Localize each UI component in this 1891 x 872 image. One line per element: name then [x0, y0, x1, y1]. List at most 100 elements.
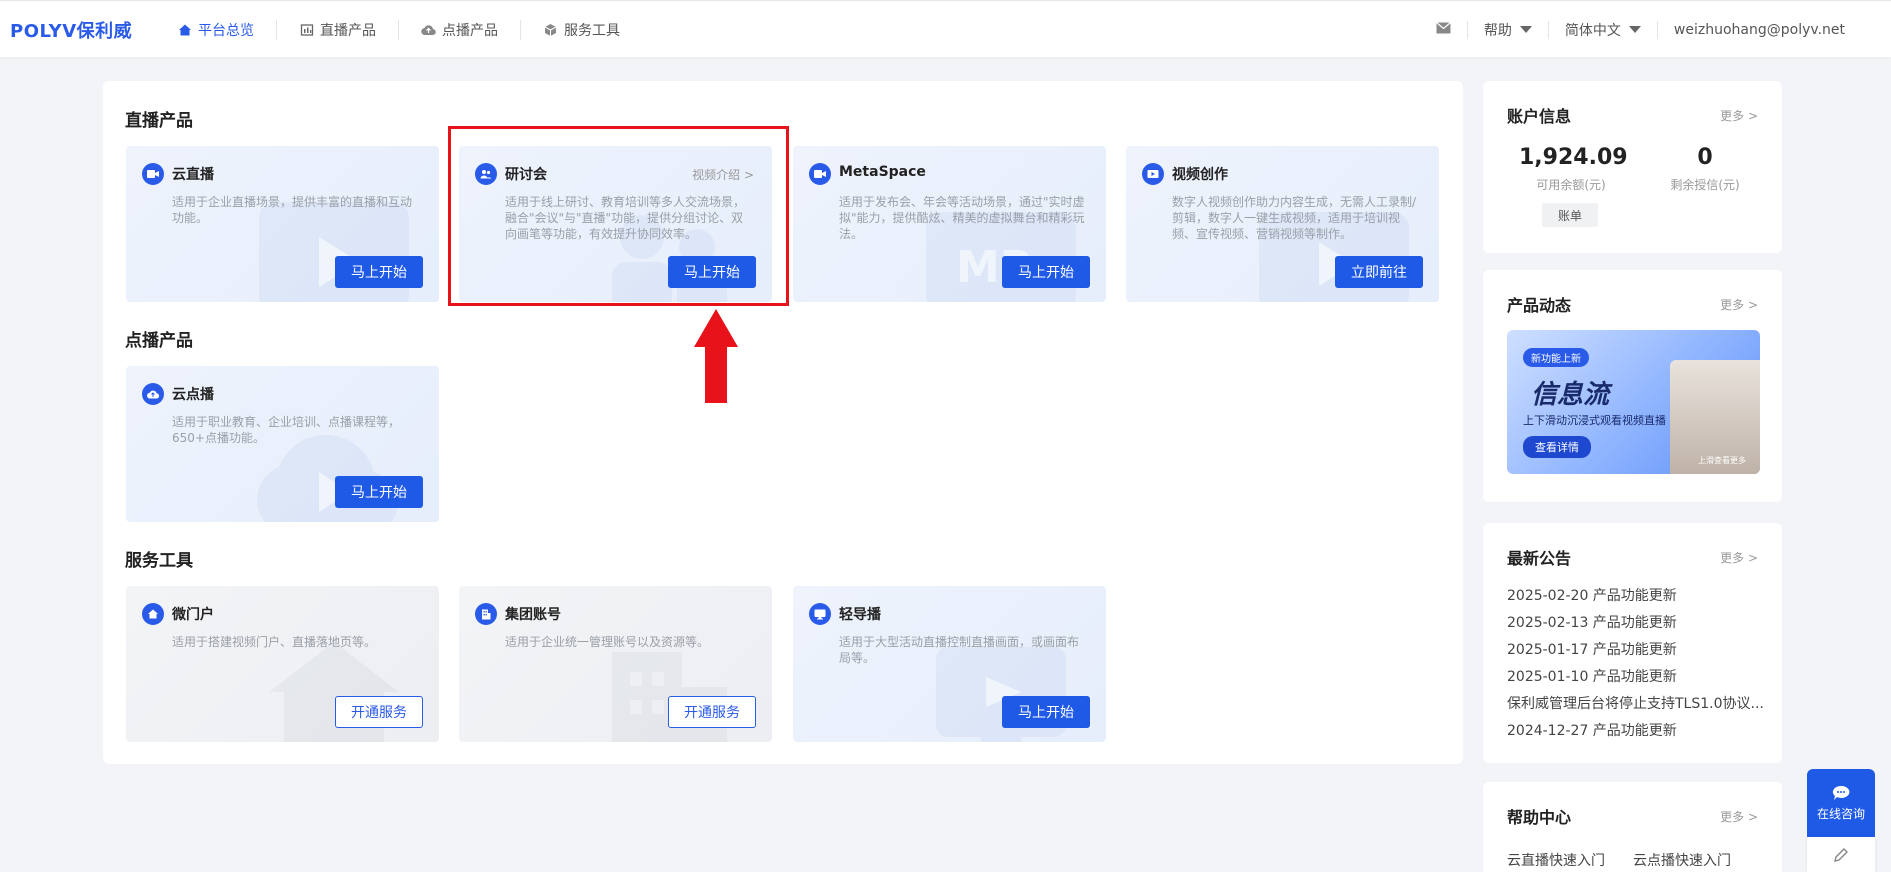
- start-button[interactable]: 马上开始: [335, 476, 423, 508]
- notice-item[interactable]: 2025-01-17 产品功能更新: [1507, 639, 1677, 659]
- banner-details-button[interactable]: 查看详情: [1523, 436, 1591, 458]
- help-center-more-link[interactable]: 更多 >: [1720, 808, 1758, 825]
- cloud-icon: [421, 22, 436, 37]
- video-create-icon: [1142, 163, 1164, 185]
- credit-label: 剩余授信(元): [1670, 178, 1740, 192]
- balance-value: 1,924.09: [1519, 145, 1628, 170]
- card-micro-portal[interactable]: 微门户 适用于搭建视频门户、直播落地页等。 开通服务: [126, 586, 439, 742]
- card-desc: 适用于企业直播场景，提供丰富的直播和互动功能。: [172, 195, 413, 225]
- card-title: 轻导播: [839, 607, 881, 623]
- notice-item[interactable]: 2024-12-27 产品功能更新: [1507, 720, 1677, 740]
- section-title-vod: 点播产品: [125, 331, 193, 351]
- dynamics-more-link[interactable]: 更多 >: [1720, 296, 1758, 313]
- nav-item-label: 平台总览: [198, 22, 254, 39]
- online-consult-button[interactable]: 在线咨询: [1807, 769, 1875, 837]
- chevron-down-icon: [1519, 26, 1532, 33]
- nav-item-overview[interactable]: 平台总览: [177, 20, 276, 40]
- nav-item-live[interactable]: 直播产品: [276, 19, 398, 40]
- main-nav: 平台总览 直播产品 点播产品 服务工具: [177, 1, 642, 58]
- language-dropdown[interactable]: 简体中文: [1547, 20, 1657, 39]
- banner-subtitle: 上下滑动沉浸式观看视频直播: [1523, 414, 1666, 427]
- highlight-box: [448, 126, 789, 306]
- notice-item[interactable]: 2025-02-20 产品功能更新: [1507, 585, 1677, 605]
- start-button[interactable]: 马上开始: [335, 256, 423, 288]
- monitor-icon: [809, 603, 831, 625]
- notice-item[interactable]: 保利威管理后台将停止支持TLS1.0协议...: [1507, 693, 1764, 713]
- help-link[interactable]: 云点播快速入门: [1633, 850, 1731, 870]
- card-desc: 适用于职业教育、企业培训、点播课程等，650+点播功能。: [172, 415, 401, 445]
- help-link[interactable]: 云直播快速入门: [1507, 850, 1605, 870]
- card-desc: 适用于搭建视频门户、直播落地页等。: [172, 635, 377, 649]
- nav-item-vod[interactable]: 点播产品: [398, 19, 520, 40]
- notice-item[interactable]: 2025-01-10 产品功能更新: [1507, 666, 1677, 686]
- card-cloud-live[interactable]: 云直播 适用于企业直播场景，提供丰富的直播和互动功能。 马上开始: [126, 146, 439, 302]
- card-desc: 适用于发布会、年会等活动场景，通过"实时虚拟"能力，提供酷炫、精美的虚拟舞台和精…: [839, 195, 1085, 241]
- activate-button[interactable]: 开通服务: [335, 696, 423, 728]
- promo-banner[interactable]: 新功能上新 信息流 上下滑动沉浸式观看视频直播 查看详情 上滑查看更多: [1507, 330, 1760, 474]
- top-nav-bar: POLYV保利威 平台总览 直播产品 点播产品 服务工具 帮助 简体中文 wei…: [0, 0, 1891, 57]
- message-button[interactable]: [1420, 21, 1467, 39]
- polyv-logo[interactable]: POLYV保利威: [10, 17, 132, 43]
- card-cloud-vod[interactable]: 云点播 适用于职业教育、企业培训、点播课程等，650+点播功能。 马上开始: [126, 366, 439, 522]
- bill-button[interactable]: 账单: [1542, 203, 1598, 227]
- home-icon: [142, 603, 164, 625]
- account-more-link[interactable]: 更多 >: [1720, 107, 1758, 124]
- building-icon: [475, 603, 497, 625]
- section-title-live: 直播产品: [125, 111, 193, 131]
- section-title-tools: 服务工具: [125, 551, 193, 571]
- nav-item-tools[interactable]: 服务工具: [520, 19, 642, 40]
- credit-stat: 0 剩余授信(元): [1653, 145, 1757, 193]
- help-dropdown[interactable]: 帮助: [1466, 20, 1548, 39]
- video-camera-icon: [809, 163, 831, 185]
- card-title: MetaSpace: [839, 164, 926, 180]
- red-arrow-up-icon: [694, 309, 738, 403]
- card-desc: 适用于企业统一管理账号以及资源等。: [505, 635, 710, 649]
- go-button[interactable]: 立即前往: [1335, 256, 1423, 288]
- cube-icon: [543, 22, 558, 37]
- help-center-panel: 帮助中心 更多 > 云直播快速入门 云点播快速入门: [1483, 782, 1782, 872]
- home-icon: [177, 22, 192, 37]
- language-label: 简体中文: [1564, 22, 1621, 39]
- card-group-account[interactable]: 集团账号 适用于企业统一管理账号以及资源等。 开通服务: [459, 586, 772, 742]
- nav-item-label: 直播产品: [320, 22, 376, 39]
- chart-icon: [299, 22, 314, 37]
- notice-item[interactable]: 2025-02-13 产品功能更新: [1507, 612, 1677, 632]
- notices-panel: 最新公告 更多 > 2025-02-20 产品功能更新 2025-02-13 产…: [1483, 523, 1782, 763]
- edit-icon: [1834, 847, 1848, 862]
- consult-label: 在线咨询: [1816, 806, 1865, 821]
- card-desc: 适用于大型活动直播控制直播画面，或画面布局等。: [839, 635, 1080, 665]
- cloud-upload-icon: [142, 383, 164, 405]
- card-light-director[interactable]: 轻导播 适用于大型活动直播控制直播画面，或画面布局等。 马上开始: [793, 586, 1106, 742]
- user-account[interactable]: weizhuohang@polyv.net: [1656, 20, 1861, 39]
- phone-text: 上滑查看更多: [1698, 456, 1746, 465]
- phone-preview: 上滑查看更多: [1670, 360, 1760, 474]
- nav-item-label: 点播产品: [442, 22, 498, 39]
- card-title: 云直播: [172, 167, 214, 183]
- chevron-down-icon: [1628, 26, 1641, 33]
- mail-icon: [1436, 21, 1451, 38]
- card-video-creation[interactable]: 视频创作 数字人视频创作助力内容生成，无需人工录制/剪辑，数字人一键生成视频，适…: [1126, 146, 1439, 302]
- help-center-title: 帮助中心: [1507, 808, 1572, 827]
- nav-item-label: 服务工具: [564, 22, 620, 39]
- card-metaspace[interactable]: MR MetaSpace 适用于发布会、年会等活动场景，通过"实时虚拟"能力，提…: [793, 146, 1106, 302]
- banner-title: 信息流: [1531, 380, 1610, 410]
- activate-button[interactable]: 开通服务: [668, 696, 756, 728]
- card-title: 微门户: [172, 607, 214, 623]
- feedback-button[interactable]: [1807, 837, 1875, 872]
- notices-title: 最新公告: [1507, 549, 1572, 568]
- dynamics-panel: 产品动态 更多 > 新功能上新 信息流 上下滑动沉浸式观看视频直播 查看详情 上…: [1483, 270, 1782, 502]
- notices-more-link[interactable]: 更多 >: [1720, 549, 1758, 566]
- card-title: 集团账号: [505, 607, 561, 623]
- start-button[interactable]: 马上开始: [1002, 256, 1090, 288]
- camera-icon: [142, 163, 164, 185]
- banner-tag: 新功能上新: [1523, 348, 1589, 367]
- dynamics-title: 产品动态: [1507, 296, 1572, 315]
- card-title: 视频创作: [1172, 167, 1228, 183]
- account-title: 账户信息: [1507, 107, 1572, 126]
- balance-label: 可用余额(元): [1536, 178, 1606, 192]
- help-label: 帮助: [1483, 22, 1512, 39]
- credit-value: 0: [1697, 145, 1713, 170]
- account-panel: 账户信息 更多 > 1,924.09 可用余额(元) 0 剩余授信(元) 账单: [1483, 81, 1782, 253]
- start-button[interactable]: 马上开始: [1002, 696, 1090, 728]
- card-title: 云点播: [172, 387, 214, 403]
